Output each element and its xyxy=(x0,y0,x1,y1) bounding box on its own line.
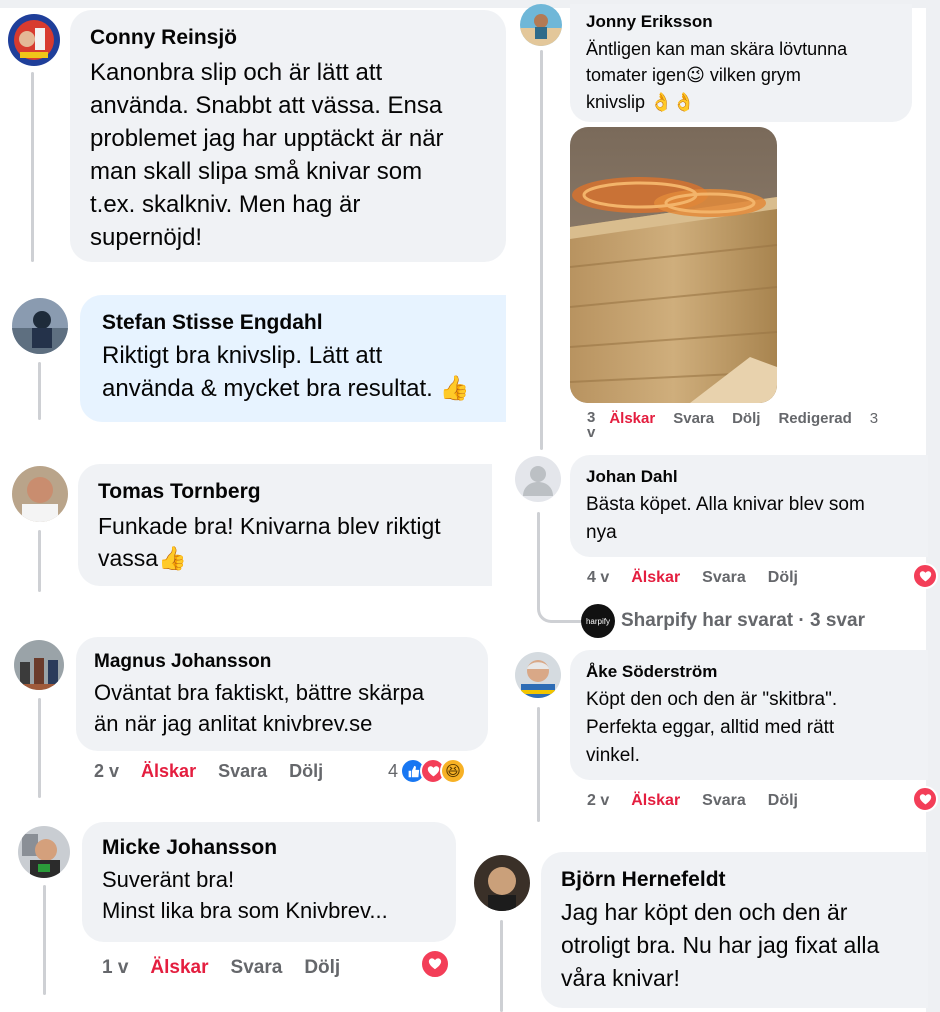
comment-bubble: Stefan Stisse Engdahl Riktigt bra knivsl… xyxy=(80,295,506,422)
hide-button[interactable]: Dölj xyxy=(768,569,798,586)
comment-actions: 4 v Älskar Svara Dölj xyxy=(587,569,820,587)
comment-actions: 1 v Älskar Svara Dölj xyxy=(102,957,362,979)
reply-connector xyxy=(537,590,584,623)
thread-line xyxy=(31,72,34,262)
comment-actions: 2 v Älskar Svara Dölj xyxy=(94,761,345,782)
comment-author[interactable]: Jonny Eriksson xyxy=(586,12,896,32)
wink-emoji: 😉 xyxy=(686,65,705,86)
sharpify-logo: harpify xyxy=(581,604,615,638)
edited-label: Redigerad xyxy=(778,410,852,427)
love-button[interactable]: Älskar xyxy=(631,569,680,586)
replies-summary: Sharpify har svarat · 3 svar xyxy=(621,610,865,631)
comment-timestamp[interactable]: 2 v xyxy=(587,792,609,809)
comment-bubble: Björn Hernefeldt Jag har köpt den och de… xyxy=(541,852,928,1008)
heart-reaction-icon xyxy=(420,949,450,979)
comment-author[interactable]: Micke Johansson xyxy=(102,836,436,860)
reply-button[interactable]: Svara xyxy=(702,569,746,586)
thread-line xyxy=(38,362,41,420)
reply-button[interactable]: Svara xyxy=(231,957,283,978)
avatar[interactable] xyxy=(515,652,561,698)
comment-text: Köpt den och den är "skitbra". Perfekta … xyxy=(586,689,838,766)
comment-bubble: Johan Dahl Bästa köpet. Alla knivar blev… xyxy=(570,455,928,557)
comment-author[interactable]: Stefan Stisse Engdahl xyxy=(102,311,484,335)
thumbs-up-emoji: 👍 xyxy=(158,546,187,572)
avatar[interactable] xyxy=(18,826,70,878)
comment-bubble: Jonny Eriksson Äntligen kan man skära lö… xyxy=(570,4,912,122)
thread-line xyxy=(43,885,46,995)
replies-link[interactable]: harpify Sharpify har svarat · 3 svar xyxy=(581,604,865,638)
love-button[interactable]: Älskar xyxy=(150,957,208,978)
comment-author[interactable]: Åke Söderström xyxy=(586,662,912,682)
comment-text-wrap: Äntligen kan man skära lövtunna tomater … xyxy=(586,36,896,116)
comment-timestamp[interactable]: 1 v xyxy=(102,957,128,978)
thread-line xyxy=(500,920,503,1012)
reaction-count: 3 xyxy=(869,410,879,427)
reply-button[interactable]: Svara xyxy=(673,410,714,427)
comment-bubble: Magnus Johansson Oväntat bra faktiskt, b… xyxy=(76,637,488,751)
avatar[interactable] xyxy=(14,640,64,690)
comment-text: Bästa köpet. Alla knivar blev som nya xyxy=(586,494,865,543)
avatar[interactable] xyxy=(520,4,562,46)
avatar[interactable] xyxy=(12,466,68,522)
reaction-count: 4 xyxy=(388,760,399,781)
thread-line xyxy=(537,707,540,822)
love-button[interactable]: Älskar xyxy=(631,792,680,809)
comment-text: Kanonbra slip och är lätt att använda. S… xyxy=(90,59,444,251)
hide-button[interactable]: Dölj xyxy=(732,410,760,427)
comment-author[interactable]: Conny Reinsjö xyxy=(90,26,486,50)
comment-text-wrap: Funkade bra! Knivarna blev riktigt vassa… xyxy=(98,510,472,575)
comment-author[interactable]: Magnus Johansson xyxy=(94,651,470,673)
thread-line xyxy=(38,530,41,592)
hide-button[interactable]: Dölj xyxy=(289,761,323,781)
page-edge xyxy=(926,0,940,1012)
reply-button[interactable]: Svara xyxy=(218,761,267,781)
thread-line xyxy=(540,50,543,450)
heart-reaction-icon[interactable] xyxy=(912,563,938,589)
comment-text: Riktigt bra knivslip. Lätt att använda &… xyxy=(102,342,433,402)
comment-author[interactable]: Björn Hernefeldt xyxy=(561,868,908,892)
attached-photo[interactable] xyxy=(570,127,777,403)
thread-line xyxy=(38,698,41,798)
comment-text: Oväntat bra faktiskt, bättre skärpa än n… xyxy=(94,680,425,736)
comment-author[interactable]: Johan Dahl xyxy=(586,467,912,487)
comment-text: Jag har köpt den och den är otroligt bra… xyxy=(561,899,880,991)
comment-text-wrap: Riktigt bra knivslip. Lätt att använda &… xyxy=(102,339,484,405)
comment-bubble: Conny Reinsjö Kanonbra slip och är lätt … xyxy=(70,10,506,262)
comment-timestamp[interactable]: 4 v xyxy=(587,569,609,586)
comment-text: Funkade bra! Knivarna blev riktigt vassa xyxy=(98,513,441,571)
comment-bubble: Tomas Tornberg Funkade bra! Knivarna ble… xyxy=(78,464,492,586)
comment-timestamp[interactable]: 2 v xyxy=(94,761,119,781)
comment-bubble: Åke Söderström Köpt den och den är "skit… xyxy=(570,650,928,780)
reaction-summary[interactable] xyxy=(420,949,450,979)
comment-bubble: Micke Johansson Suveränt bra! Minst lika… xyxy=(82,822,456,942)
ok-hand-emoji: 👌 xyxy=(650,92,673,113)
comment-actions: 3 v Älskar Svara Dölj Redigerad 3 xyxy=(587,410,878,440)
comment-actions: 2 v Älskar Svara Dölj xyxy=(587,792,820,810)
love-button[interactable]: Älskar xyxy=(609,410,655,427)
thumbs-up-emoji: 👍 xyxy=(439,374,470,402)
comment-text: Suveränt bra! Minst lika bra som Knivbre… xyxy=(102,867,388,923)
love-button[interactable]: Älskar xyxy=(141,761,196,781)
avatar[interactable] xyxy=(474,855,530,911)
hide-button[interactable]: Dölj xyxy=(304,957,340,978)
haha-reaction-icon: 😆 xyxy=(440,758,467,784)
avatar[interactable] xyxy=(12,298,68,354)
hide-button[interactable]: Dölj xyxy=(768,792,798,809)
comment-author[interactable]: Tomas Tornberg xyxy=(98,480,472,504)
ok-hand-emoji: 👌 xyxy=(672,92,695,113)
comment-timestamp[interactable]: 3 v xyxy=(587,410,595,440)
avatar[interactable] xyxy=(515,456,561,502)
reply-button[interactable]: Svara xyxy=(702,792,746,809)
heart-reaction-icon[interactable] xyxy=(912,786,938,812)
avatar[interactable] xyxy=(8,14,60,66)
reaction-summary[interactable]: 4 😆 xyxy=(388,758,467,784)
